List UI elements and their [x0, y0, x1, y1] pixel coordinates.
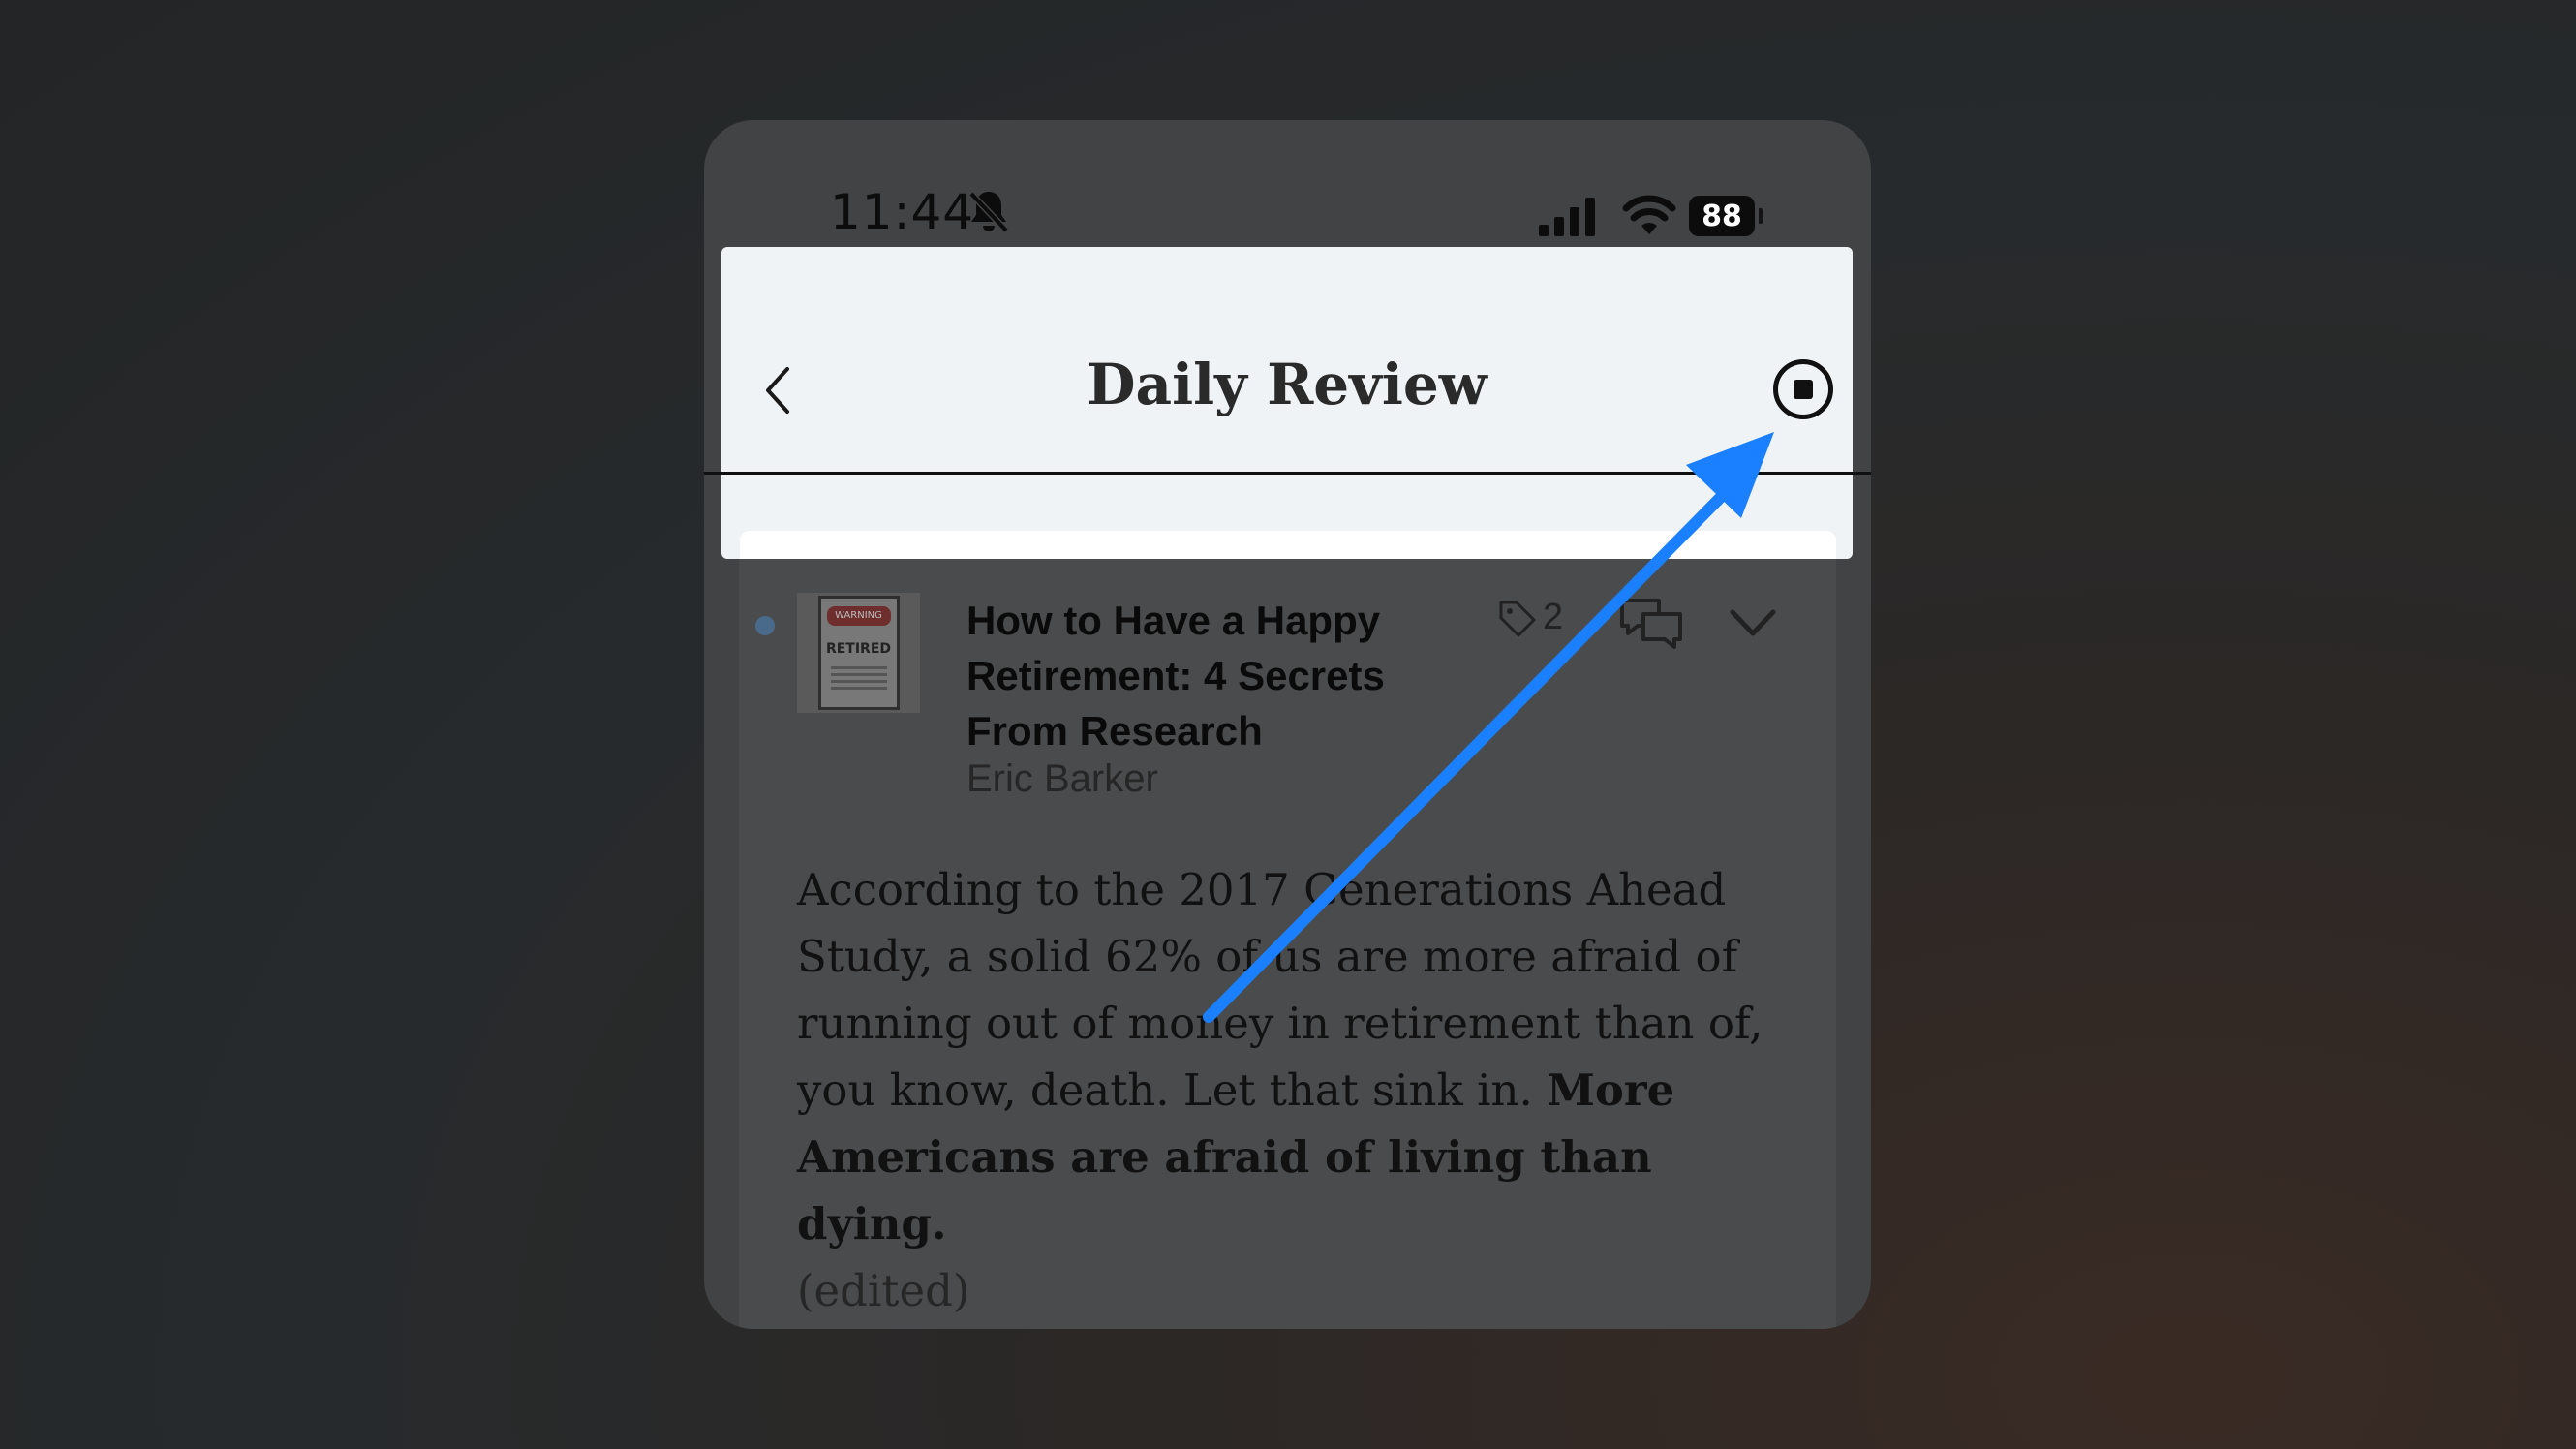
comments-icon[interactable]	[1618, 597, 1684, 649]
sign-text: RETIRED	[825, 641, 892, 657]
signal-icon	[1539, 198, 1595, 236]
tag-icon[interactable]	[1497, 599, 1538, 639]
unread-dot	[755, 616, 775, 635]
chevron-down-icon[interactable]	[1729, 606, 1777, 639]
card-top-edge	[740, 531, 1836, 559]
bell-off-icon	[968, 191, 1009, 233]
document-card[interactable]: WARNING RETIRED How to Have a Happy Reti…	[739, 542, 1836, 1329]
sign-header: WARNING	[826, 606, 891, 626]
document-title[interactable]: How to Have a Happy Retirement: 4 Secret…	[966, 593, 1422, 758]
sign-lines	[830, 666, 887, 694]
header-divider	[704, 472, 1871, 475]
edited-label: (edited)	[797, 1265, 970, 1316]
wifi-icon	[1622, 195, 1676, 234]
header-bar: Daily Review	[721, 247, 1853, 559]
battery-cap	[1759, 208, 1763, 224]
status-time: 11:44	[830, 184, 975, 240]
warning-sign-image: WARNING RETIRED	[817, 596, 900, 710]
page-title: Daily Review	[1087, 352, 1487, 417]
document-thumbnail: WARNING RETIRED	[797, 593, 920, 713]
status-bar: 11:44 88	[704, 120, 1871, 246]
document-author: Eric Barker	[966, 757, 1158, 800]
highlight-text[interactable]: According to the 2017 Generations Ahead …	[797, 856, 1794, 1324]
battery-icon: 88	[1689, 196, 1755, 236]
stop-button[interactable]	[1773, 359, 1833, 419]
stop-circle-icon	[1794, 380, 1813, 399]
tag-count[interactable]: 2	[1543, 597, 1563, 638]
